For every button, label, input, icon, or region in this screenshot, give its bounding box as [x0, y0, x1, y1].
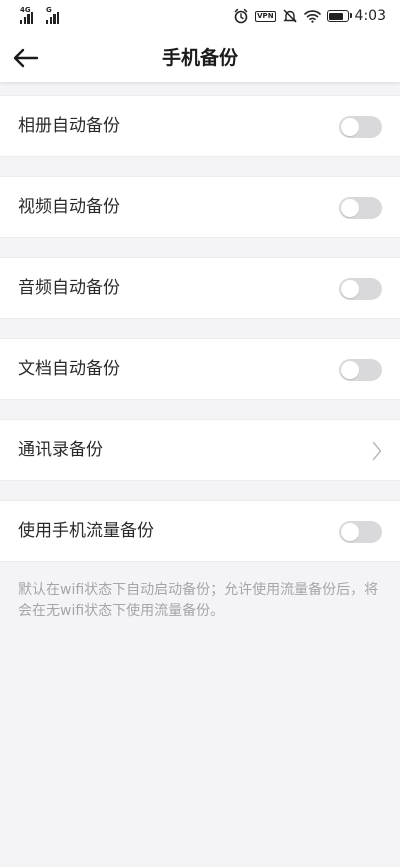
footer-note: 默认在wifi状态下自动启动备份；允许使用流量备份后，将会在无wifi状态下使用… — [18, 582, 379, 619]
toggle-knob — [341, 361, 359, 379]
setting-label: 使用手机流量备份 — [18, 521, 154, 541]
setting-row-mobile-data-backup: 使用手机流量备份 — [0, 500, 400, 562]
chevron-right-icon — [372, 441, 382, 461]
setting-label: 文档自动备份 — [18, 359, 120, 379]
setting-label: 视频自动备份 — [18, 197, 120, 217]
status-icons: VPN 4:03 — [233, 8, 386, 24]
audio-backup-toggle[interactable] — [339, 278, 382, 300]
toggle-knob — [341, 280, 359, 298]
setting-label: 音频自动备份 — [18, 278, 120, 298]
mute-bell-icon — [282, 9, 297, 23]
signal-4g-icon: 4G — [20, 7, 38, 24]
video-backup-toggle[interactable] — [339, 197, 382, 219]
setting-row-contacts-backup[interactable]: 通讯录备份 — [0, 419, 400, 481]
setting-label: 通讯录备份 — [18, 440, 103, 460]
wifi-icon — [303, 10, 321, 23]
mobile-data-backup-toggle[interactable] — [339, 521, 382, 543]
vpn-icon: VPN — [255, 10, 276, 22]
toggle-knob — [341, 199, 359, 217]
setting-row-video-backup: 视频自动备份 — [0, 176, 400, 238]
photo-backup-toggle[interactable] — [339, 116, 382, 138]
document-backup-toggle[interactable] — [339, 359, 382, 381]
setting-row-photo-backup: 相册自动备份 — [0, 95, 400, 157]
app-header: 手机备份 — [0, 34, 400, 82]
signal-indicators: 4G G — [20, 7, 64, 24]
status-time: 4:03 — [354, 8, 386, 24]
signal-g-icon: G — [46, 7, 64, 24]
setting-row-audio-backup: 音频自动备份 — [0, 257, 400, 319]
toggle-knob — [341, 118, 359, 136]
toggle-knob — [341, 523, 359, 541]
alarm-icon — [234, 8, 248, 24]
battery-icon — [326, 10, 352, 22]
status-bar: 4G G VPN 4:03 — [0, 0, 400, 34]
setting-label: 相册自动备份 — [18, 116, 120, 136]
setting-row-document-backup: 文档自动备份 — [0, 338, 400, 400]
page-title: 手机备份 — [161, 47, 238, 69]
